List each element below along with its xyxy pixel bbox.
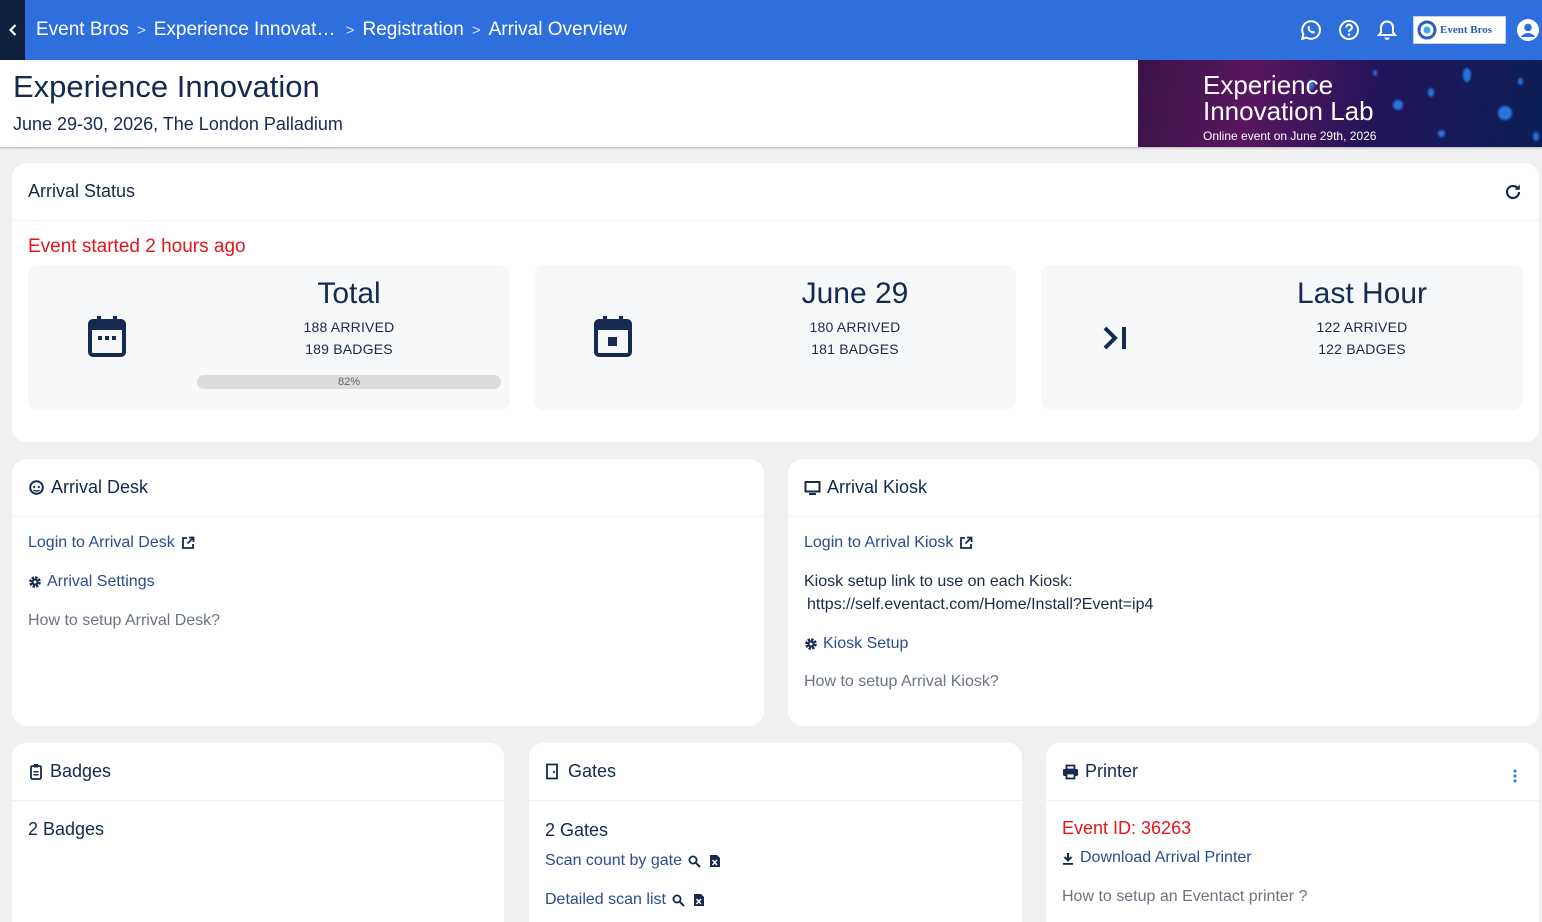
arrival-desk-header: Arrival Desk <box>12 459 764 517</box>
event-title: Experience Innovation <box>13 69 320 104</box>
arrival-kiosk-card: Arrival Kiosk Login to Arrival Kiosk Kio… <box>788 459 1539 726</box>
kiosk-setup-label: Kiosk Setup <box>823 635 909 652</box>
badges-count[interactable]: 2 Badges <box>28 819 104 840</box>
breadcrumb-separator: > <box>345 21 355 39</box>
search-icon[interactable] <box>688 855 701 868</box>
whatsapp-icon[interactable] <box>1299 18 1323 42</box>
refresh-icon[interactable] <box>1503 182 1523 207</box>
download-printer-label: Download Arrival Printer <box>1080 849 1252 866</box>
stat-card-today: June 29 180 ARRIVED 181 BADGES <box>534 265 1016 410</box>
event-header: Experience Innovation June 29-30, 2026, … <box>0 60 1542 147</box>
printer-card: Printer Event ID: 36263 Download Arrival… <box>1046 743 1539 922</box>
event-banner-image: Experience Innovation Lab Online event o… <box>1138 60 1542 147</box>
event-started-status: Event started 2 hours ago <box>28 236 246 257</box>
support-agent-icon <box>28 479 45 496</box>
arrival-progress-bar: 82% <box>197 375 501 389</box>
stat-title: Last Hour <box>1296 277 1428 310</box>
printer-header: Printer <box>1046 743 1539 801</box>
stat-badges: 181 BADGES <box>811 341 899 357</box>
gates-title: Gates <box>568 761 617 781</box>
breadcrumb-separator: > <box>136 21 146 39</box>
login-arrival-kiosk-label: Login to Arrival Kiosk <box>804 534 954 551</box>
stat-arrived: 122 ARRIVED <box>1316 319 1408 335</box>
stat-badges: 189 BADGES <box>305 341 393 357</box>
login-arrival-desk-link[interactable]: Login to Arrival Desk <box>28 534 195 552</box>
top-bar: Event Bros > Experience Innovation Lab >… <box>0 0 1542 60</box>
printer-title: Printer <box>1085 761 1139 781</box>
banner-subtitle: Online event on June 29th, 2026 <box>1203 129 1377 143</box>
door-icon <box>545 763 559 780</box>
logo-mark-icon <box>1417 20 1437 40</box>
arrival-kiosk-title: Arrival Kiosk <box>827 477 928 497</box>
stat-arrived: 180 ARRIVED <box>809 319 901 335</box>
gates-count: 2 Gates <box>545 820 609 840</box>
login-arrival-desk-label: Login to Arrival Desk <box>28 534 175 551</box>
stat-arrived: 188 ARRIVED <box>303 319 395 335</box>
logo-text: Event Bros <box>1440 24 1493 36</box>
arrival-status-title: Arrival Status <box>28 181 136 201</box>
scan-count-by-gate-link[interactable]: Scan count by gate <box>545 852 721 870</box>
account-avatar-icon[interactable] <box>1516 18 1540 42</box>
badges-header: Badges <box>12 743 504 801</box>
breadcrumb-registration[interactable]: Registration <box>362 19 463 41</box>
arrival-status-card: Arrival Status Event started 2 hours ago… <box>12 163 1539 442</box>
arrival-settings-label: Arrival Settings <box>47 573 155 590</box>
help-icon[interactable] <box>1337 18 1361 42</box>
stat-card-last-hour: Last Hour 122 ARRIVED 122 BADGES <box>1041 265 1523 410</box>
open-in-new-icon <box>959 536 973 550</box>
printer-icon <box>1062 764 1079 780</box>
printer-event-id: Event ID: 36263 <box>1062 818 1192 838</box>
chevron-left-icon <box>8 24 16 36</box>
notifications-bell-icon[interactable] <box>1375 18 1399 42</box>
download-arrival-printer-link[interactable]: Download Arrival Printer <box>1062 849 1252 867</box>
monitor-icon <box>804 480 821 496</box>
more-options-icon[interactable] <box>1513 767 1517 788</box>
breadcrumb-separator: > <box>471 21 481 39</box>
breadcrumb: Event Bros > Experience Innovation Lab >… <box>36 0 627 60</box>
login-arrival-kiosk-link[interactable]: Login to Arrival Kiosk <box>804 534 973 552</box>
detailed-scan-label: Detailed scan list <box>545 891 666 908</box>
arrival-status-header: Arrival Status <box>12 163 1539 221</box>
banner-title: Experience Innovation Lab <box>1203 70 1374 126</box>
stat-title: Total <box>317 277 381 310</box>
stat-title: June 29 <box>801 277 909 310</box>
organization-logo[interactable]: Event Bros <box>1413 16 1506 44</box>
excel-file-icon[interactable] <box>693 893 705 907</box>
kiosk-setup-link[interactable]: Kiosk Setup <box>804 635 908 653</box>
top-bar-actions: Event Bros <box>1285 0 1542 60</box>
badges-card: Badges 2 Badges <box>12 743 504 922</box>
back-button[interactable] <box>0 0 25 60</box>
kiosk-setup-url[interactable]: https://self.eventact.com/Home/Install?E… <box>807 596 1153 614</box>
event-date-venue: June 29-30, 2026, The London Palladium <box>13 114 343 134</box>
gates-header: Gates <box>529 743 1022 801</box>
badges-title: Badges <box>50 761 112 781</box>
detailed-scan-list-link[interactable]: Detailed scan list <box>545 891 705 909</box>
arrival-desk-title: Arrival Desk <box>51 477 149 497</box>
arrival-kiosk-header: Arrival Kiosk <box>788 459 1539 517</box>
arrival-settings-link[interactable]: Arrival Settings <box>28 573 155 591</box>
open-in-new-icon <box>181 536 195 550</box>
arrival-desk-card: Arrival Desk Login to Arrival Desk Arriv… <box>12 459 764 726</box>
breadcrumb-organization[interactable]: Event Bros <box>36 19 129 41</box>
stat-card-total: Total 188 ARRIVED 189 BADGES 82% <box>28 265 510 410</box>
download-icon <box>1062 852 1074 865</box>
printer-help-link[interactable]: How to setup an Eventact printer ? <box>1062 888 1307 906</box>
scan-count-label: Scan count by gate <box>545 852 682 869</box>
stat-badges: 122 BADGES <box>1318 341 1406 357</box>
search-icon[interactable] <box>672 894 685 907</box>
progress-label: 82% <box>337 376 361 388</box>
breadcrumb-current-page: Arrival Overview <box>488 19 627 40</box>
badge-icon <box>28 763 44 780</box>
kiosk-setup-instructions: Kiosk setup link to use on each Kiosk: <box>804 573 1073 590</box>
excel-file-icon[interactable] <box>709 854 721 868</box>
arrival-kiosk-help-link[interactable]: How to setup Arrival Kiosk? <box>804 673 999 691</box>
gates-card: Gates 2 Gates Scan count by gate Detaile… <box>529 743 1022 922</box>
breadcrumb-event[interactable]: Experience Innovation Lab <box>154 19 338 41</box>
gear-icon <box>804 637 818 651</box>
gear-icon <box>28 575 42 589</box>
arrival-desk-help-link[interactable]: How to setup Arrival Desk? <box>28 612 220 630</box>
